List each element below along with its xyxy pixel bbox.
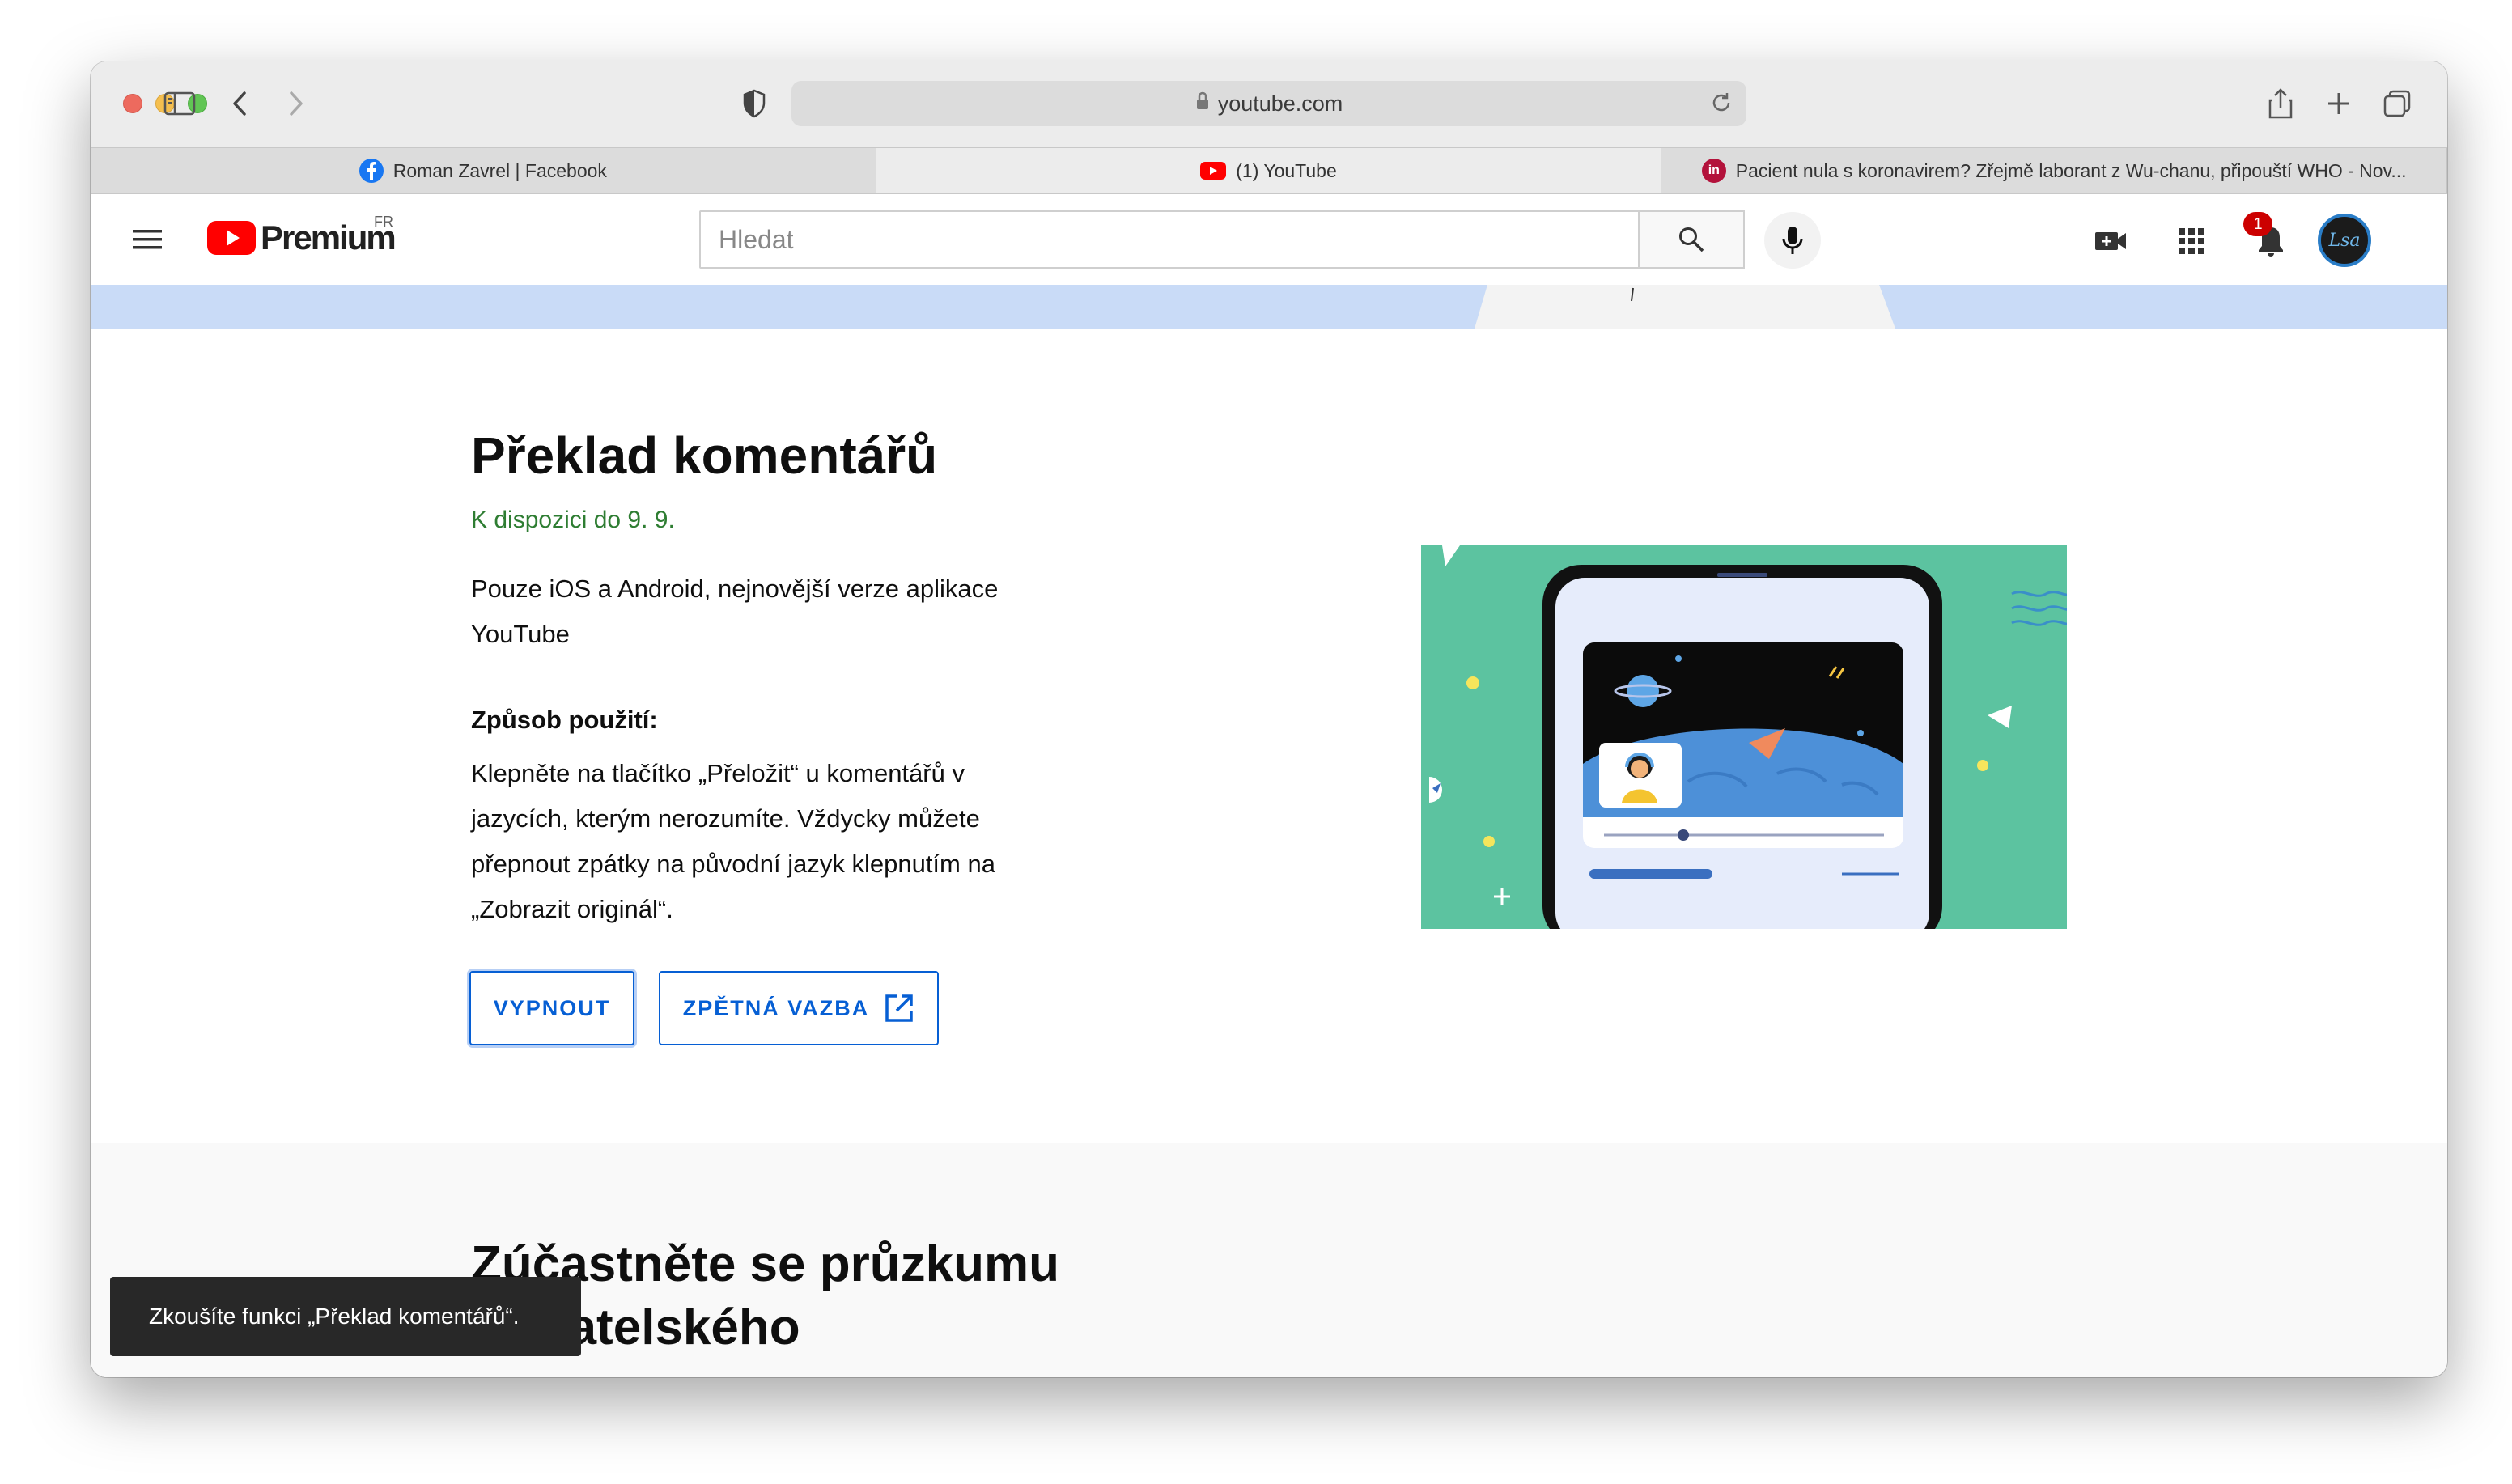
tab-facebook[interactable]: Roman Zavrel | Facebook <box>91 148 876 193</box>
external-link-icon <box>885 994 913 1022</box>
tab-youtube[interactable]: (1) YouTube <box>876 148 1662 193</box>
close-window-button[interactable] <box>123 94 142 113</box>
feature-illustration <box>1421 545 2067 929</box>
news-icon: in <box>1701 159 1726 183</box>
banner-decoration <box>1475 285 1895 329</box>
search-icon <box>1679 227 1704 252</box>
apps-grid-icon[interactable] <box>2174 223 2209 259</box>
privacy-shield-icon[interactable] <box>733 83 775 125</box>
availability-text: K dispozici do 9. 9. <box>471 507 675 533</box>
toast-notification: Zkoušíte funkci „Překlad komentářů“. <box>110 1277 581 1356</box>
youtube-header: Premium FR Hledat 1 Lsa <box>91 194 2447 285</box>
lock-icon <box>1195 91 1210 117</box>
notification-count-badge: 1 <box>2243 212 2272 236</box>
share-icon[interactable] <box>2260 83 2302 125</box>
feedback-label: ZPĚTNÁ VAZBA <box>682 995 870 1020</box>
sidebar-toggle-icon[interactable] <box>159 83 201 125</box>
youtube-icon <box>1200 162 1227 180</box>
youtube-logo-icon <box>207 221 256 255</box>
forward-arrow-icon[interactable] <box>275 83 317 125</box>
search-input[interactable]: Hledat <box>699 210 1640 269</box>
menu-icon[interactable] <box>131 223 163 256</box>
facebook-icon <box>359 159 384 183</box>
turn-off-label: VYPNOUT <box>493 995 611 1020</box>
search-button[interactable] <box>1640 210 1745 269</box>
tab-news[interactable]: in Pacient nula s koronavirem? Zřejmě la… <box>1661 148 2447 193</box>
create-video-icon[interactable] <box>2093 223 2128 259</box>
feature-title: Překlad komentářů <box>471 426 938 485</box>
voice-search-button[interactable] <box>1764 212 1821 269</box>
microphone-icon <box>1782 227 1803 254</box>
address-text: youtube.com <box>1217 91 1343 116</box>
tab-overview-icon[interactable] <box>2376 83 2418 125</box>
howto-text: Klepněte na tlačítko „Přeložit“ u koment… <box>471 759 995 923</box>
howto-heading: Způsob použití: <box>471 706 658 734</box>
address-bar[interactable]: youtube.com <box>791 81 1746 126</box>
tab-label: Pacient nula s koronavirem? Zřejmě labor… <box>1735 159 2407 181</box>
tab-bar: Roman Zavrel | Facebook (1) YouTube in P… <box>91 147 2447 194</box>
top-banner-strip <box>91 285 2447 329</box>
region-code: FR <box>374 214 393 230</box>
avatar[interactable]: Lsa <box>2318 214 2371 267</box>
tab-label: (1) YouTube <box>1236 159 1337 181</box>
new-tab-plus-icon[interactable] <box>2318 83 2360 125</box>
browser-window: youtube.com Roman Zavrel | Facebook (1) … <box>91 61 2447 1377</box>
tab-label: Roman Zavrel | Facebook <box>392 159 607 181</box>
back-arrow-icon[interactable] <box>219 83 261 125</box>
turn-off-button[interactable]: VYPNOUT <box>469 971 634 1045</box>
toast-message: Zkoušíte funkci „Překlad komentářů“. <box>149 1304 520 1329</box>
reload-icon[interactable] <box>1709 91 1733 121</box>
youtube-premium-logo[interactable]: Premium <box>207 218 397 257</box>
platform-note: Pouze iOS a Android, nejnovější verze ap… <box>471 575 999 648</box>
feedback-button[interactable]: ZPĚTNÁ VAZBA <box>659 971 939 1045</box>
browser-toolbar: youtube.com <box>91 61 2447 147</box>
